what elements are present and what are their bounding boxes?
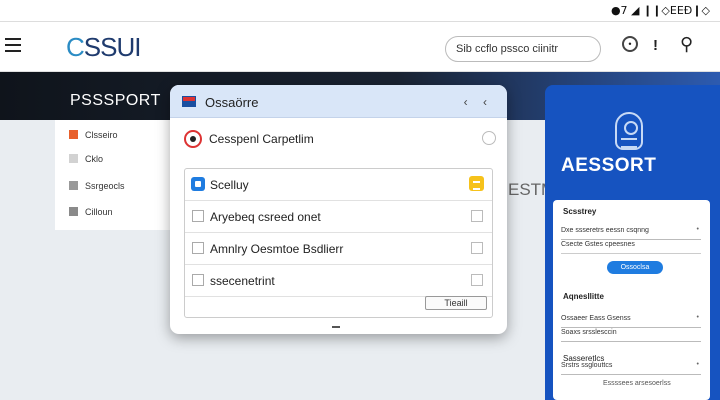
status-square-icon [69, 181, 78, 190]
status-bar: ●7 ◢ ❙❙◇ΕΕĐ❙◇ [0, 0, 720, 22]
item-checkbox-right[interactable] [471, 242, 483, 254]
search-input[interactable]: Sib ccflo pssco ciinitr [445, 36, 601, 62]
flag-icon [182, 96, 196, 107]
status-icons: ●7 ◢ ❙❙◇ΕΕĐ❙◇ [610, 4, 710, 17]
caret-icon: • [696, 361, 699, 368]
list-item-label: Scelluy [210, 178, 249, 192]
menu-icon[interactable] [5, 38, 21, 52]
app-bar: CSSUI Sib ccflo pssco ciinitr • ! ⚲ [0, 22, 720, 72]
sidebar-item-4[interactable]: Cilloun [69, 207, 113, 217]
sidebar-item-1[interactable]: Clsseiro [69, 130, 118, 140]
card-title: AESSORT [561, 155, 657, 176]
dialog-header: Ossaörre ‹ ‹ [170, 85, 507, 118]
record-icon [184, 130, 202, 148]
item-checkbox[interactable] [192, 274, 204, 286]
more-icon[interactable]: ! [653, 37, 658, 54]
form-field[interactable]: Srstrs ssglouttcs • [561, 357, 701, 375]
search-icon[interactable]: ⚲ [680, 34, 693, 55]
list-item-label: Aryebeq csreed onet [210, 210, 321, 224]
clock-icon[interactable]: • [622, 36, 638, 52]
list-item[interactable]: ssecenetrint [185, 265, 492, 297]
form-field[interactable]: Csecte Gstes cpeesnes [561, 236, 701, 254]
sidebar-item-2[interactable]: Cklo [69, 154, 103, 164]
submit-button[interactable]: Ossoclsa [607, 261, 663, 274]
section-label: Aqnesllitte [563, 292, 604, 301]
item-checkbox[interactable] [192, 210, 204, 222]
status-square-icon [69, 130, 78, 139]
list-item[interactable]: Aryebeq csreed onet [185, 201, 492, 233]
sidebar: Clsseiro Cklo Ssrgeocls Cilloun [55, 120, 175, 230]
dialog-controls[interactable]: ‹ ‹ [464, 95, 493, 109]
app-logo[interactable]: CSSUI [66, 32, 141, 63]
list-item[interactable]: Amnlry Oesmtoe Bsdlierr [185, 233, 492, 265]
item-checkbox-right[interactable] [471, 274, 483, 286]
section-label: Scsstrey [563, 207, 597, 216]
list-item-label: ssecenetrint [210, 274, 275, 288]
dialog-title: Ossaörre [205, 95, 259, 110]
resize-handle[interactable] [332, 326, 340, 328]
caret-icon: • [696, 314, 699, 321]
app-icon [191, 177, 205, 191]
form-field[interactable]: Soaxs srsslesccin [561, 324, 701, 342]
list-item-label: Amnlry Oesmtoe Bsdlierr [210, 242, 344, 256]
list-item[interactable]: Scelluy [185, 169, 492, 201]
folder-icon[interactable] [469, 176, 484, 191]
caret-icon: • [696, 226, 699, 233]
emblem-icon [615, 112, 643, 150]
dialog: Ossaörre ‹ ‹ Cesspenl Carpetlim Scelluy … [170, 85, 507, 334]
dialog-action-button[interactable]: Tieaill [425, 296, 487, 310]
option-row[interactable]: Cesspenl Carpetlim [184, 130, 496, 152]
option-label: Cesspenl Carpetlim [209, 132, 314, 146]
status-square-icon [69, 207, 78, 216]
option-radio[interactable] [482, 131, 496, 145]
card-footer: Essssees arsesoerlss [603, 380, 671, 387]
page-title: PSSSPORT [70, 92, 161, 109]
item-checkbox[interactable] [192, 242, 204, 254]
status-square-icon [69, 154, 78, 163]
sidebar-item-3[interactable]: Ssrgeocls [69, 181, 125, 191]
item-checkbox-right[interactable] [471, 210, 483, 222]
card-form: Scsstrey Dxe ssseretrs eessn csqnng • Cse… [553, 200, 710, 400]
